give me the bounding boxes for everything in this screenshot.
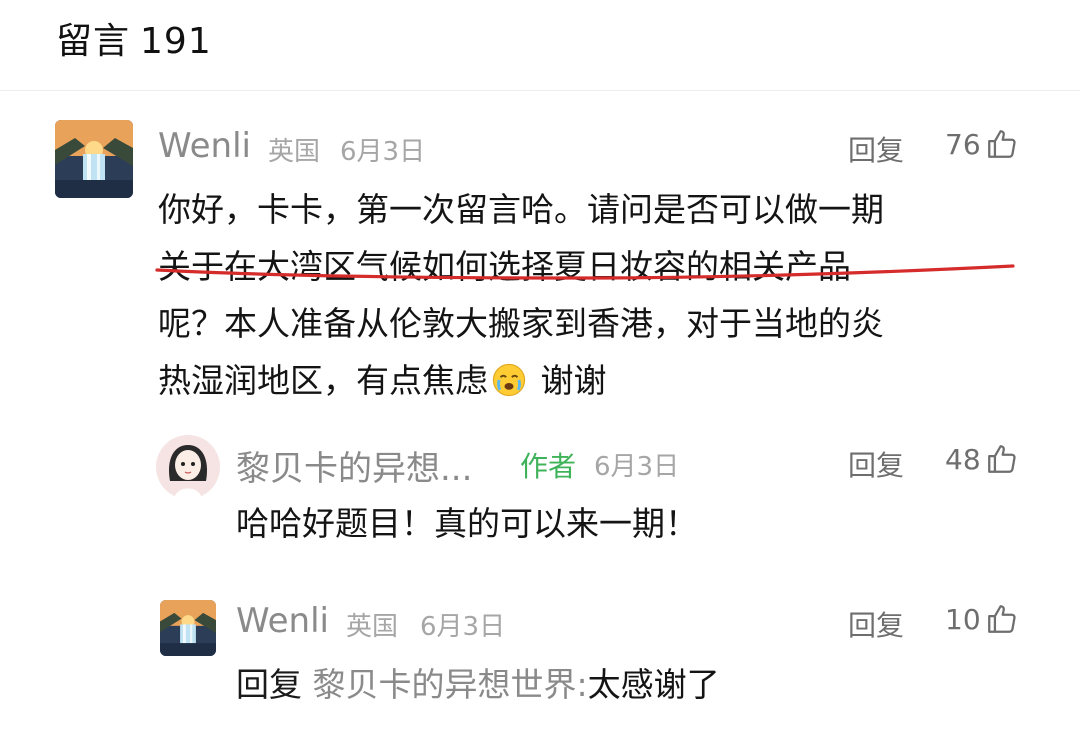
reply-location: 英国 — [346, 612, 399, 642]
reply-date: 6月3日 — [420, 612, 506, 642]
reply-text-row: 回复 黎贝卡的异想世界:太感谢了 — [236, 656, 720, 713]
comment-location: 英国 — [268, 137, 321, 167]
like-count: 48 — [945, 442, 981, 476]
like-button[interactable]: 48 — [945, 442, 1019, 476]
like-count: 10 — [945, 602, 981, 636]
comment-text-thanks: 谢谢 — [530, 361, 607, 400]
author-badge: 作者 — [520, 450, 577, 483]
comments-count: 191 — [140, 21, 212, 62]
reply-date: 6月3日 — [594, 452, 680, 482]
comments-title: 留言 191 — [56, 12, 212, 64]
like-button[interactable]: 76 — [945, 127, 1019, 161]
red-underline-annotation — [155, 264, 1015, 280]
like-count: 76 — [945, 127, 981, 161]
waterfall-avatar-image — [160, 600, 216, 656]
comment-text: 你好，卡卡，第一次留言哈。请问是否可以做一期 关于在大湾区气候如何选择夏日妆容的… — [158, 181, 884, 409]
waterfall-avatar-image — [55, 120, 133, 198]
reply-button[interactable]: 回复 — [848, 129, 904, 169]
comment-text-line-4: 热湿润地区，有点焦虑 — [158, 361, 488, 400]
crying-face-icon — [492, 363, 526, 397]
reply-button[interactable]: 回复 — [848, 444, 904, 484]
comments-header: 留言 191 — [0, 0, 1080, 91]
thumbs-up-icon — [987, 605, 1016, 633]
comment-text-line-last: 热湿润地区，有点焦虑 谢谢 — [158, 352, 884, 409]
reply-button[interactable]: 回复 — [848, 604, 904, 644]
comment-text-line: 呢？本人准备从伦敦大搬家到香港，对于当地的炎 — [158, 304, 884, 343]
illustrated-girl-avatar-image — [156, 435, 220, 499]
thumbs-up-icon — [987, 130, 1016, 158]
comments-title-label: 留言 — [56, 21, 131, 62]
avatar[interactable] — [55, 120, 133, 198]
avatar[interactable] — [160, 600, 216, 656]
thumbs-up-icon — [987, 445, 1016, 473]
reply-author[interactable]: 黎贝卡的异想... — [236, 441, 472, 490]
reply-prefix: 回复 — [236, 665, 302, 704]
reply-author[interactable]: Wenli — [236, 601, 329, 641]
reply-text: 太感谢了 — [587, 665, 720, 704]
like-button[interactable]: 10 — [945, 602, 1019, 636]
reply-text: 哈哈好题目！真的可以来一期！ — [236, 504, 698, 543]
comment-text-line: 你好，卡卡，第一次留言哈。请问是否可以做一期 — [158, 190, 884, 229]
comment-date: 6月3日 — [340, 137, 426, 167]
avatar[interactable] — [156, 435, 220, 499]
reply-target-author[interactable]: 黎贝卡的异想世界: — [313, 665, 588, 704]
comment-author[interactable]: Wenli — [158, 126, 251, 166]
